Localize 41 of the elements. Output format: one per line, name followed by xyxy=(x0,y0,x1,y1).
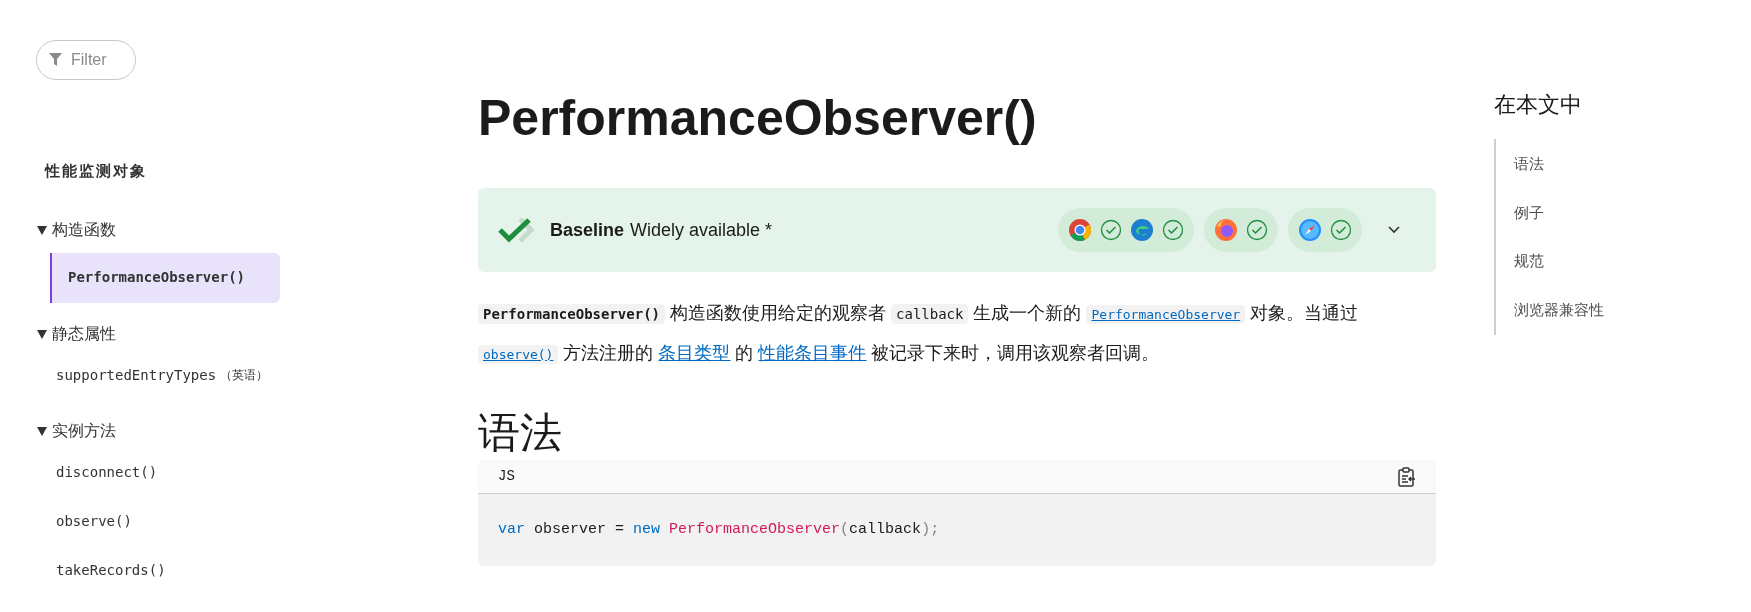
check-icon xyxy=(1330,219,1352,241)
baseline-status: Widely available * xyxy=(630,218,773,242)
copy-button[interactable] xyxy=(1398,466,1416,487)
toc-link[interactable]: 语法 xyxy=(1514,153,1604,176)
tree-group[interactable]: 实例方法 xyxy=(36,413,478,448)
toc-heading: 在本文中 xyxy=(1494,91,1583,119)
code-link[interactable]: PerformanceObserver xyxy=(1086,305,1246,324)
caret-down-icon xyxy=(36,223,48,236)
page-title: PerformanceObserver() xyxy=(478,89,1038,148)
caret-down-icon xyxy=(36,424,48,437)
sidebar-link[interactable]: takeRecords() xyxy=(52,545,478,595)
text-link[interactable]: 性能条目事件 xyxy=(758,343,867,363)
check-icon xyxy=(1100,219,1122,241)
sidebar-heading: 性能监测对象 xyxy=(45,161,148,181)
caret-down-icon xyxy=(36,327,48,340)
sidebar-link[interactable]: disconnect() xyxy=(52,447,478,497)
toc-link[interactable]: 浏览器兼容性 xyxy=(1514,298,1604,321)
text-link[interactable]: 条目类型 xyxy=(658,343,731,363)
filter-icon xyxy=(49,53,62,67)
browser-icon xyxy=(1130,218,1154,242)
check-icon xyxy=(1162,219,1184,241)
tree-group[interactable]: 静态属性 xyxy=(36,316,478,351)
section-heading: 语法 xyxy=(478,408,563,458)
browser-icon xyxy=(1214,218,1238,242)
sidebar-link[interactable]: supportedEntryTypes （英语） xyxy=(52,350,478,400)
chevron-down-icon xyxy=(1388,226,1400,234)
browser-icon xyxy=(1068,218,1092,242)
clipboard-icon xyxy=(1398,466,1416,487)
sidebar-link[interactable]: PerformanceObserver() xyxy=(50,252,280,303)
code-link[interactable]: observe() xyxy=(478,345,559,364)
check-icon xyxy=(1246,219,1268,241)
intro-paragraph: PerformanceObserver() 构造函数使用给定的观察者 callback 生成一个新的 PerformanceObserver 对象。当通过 observe() 方法注册的 条目类型 的 性能条目事件 被记录下来时，调用该观察者回调。 xyxy=(478,294,1436,374)
code-language-label: JS xyxy=(498,467,515,487)
compass-icon xyxy=(1298,218,1322,242)
toc-link[interactable]: 规范 xyxy=(1514,250,1604,273)
sidebar-link[interactable]: observe() xyxy=(52,496,478,546)
tree-group[interactable]: 构造函数 xyxy=(36,212,478,247)
filter-field[interactable]: Filter xyxy=(36,40,136,80)
baseline-label: Baseline xyxy=(550,218,625,242)
code-line: var observer = new PerformanceObserver(callback); xyxy=(498,520,940,541)
toc-link[interactable]: 例子 xyxy=(1514,201,1604,224)
